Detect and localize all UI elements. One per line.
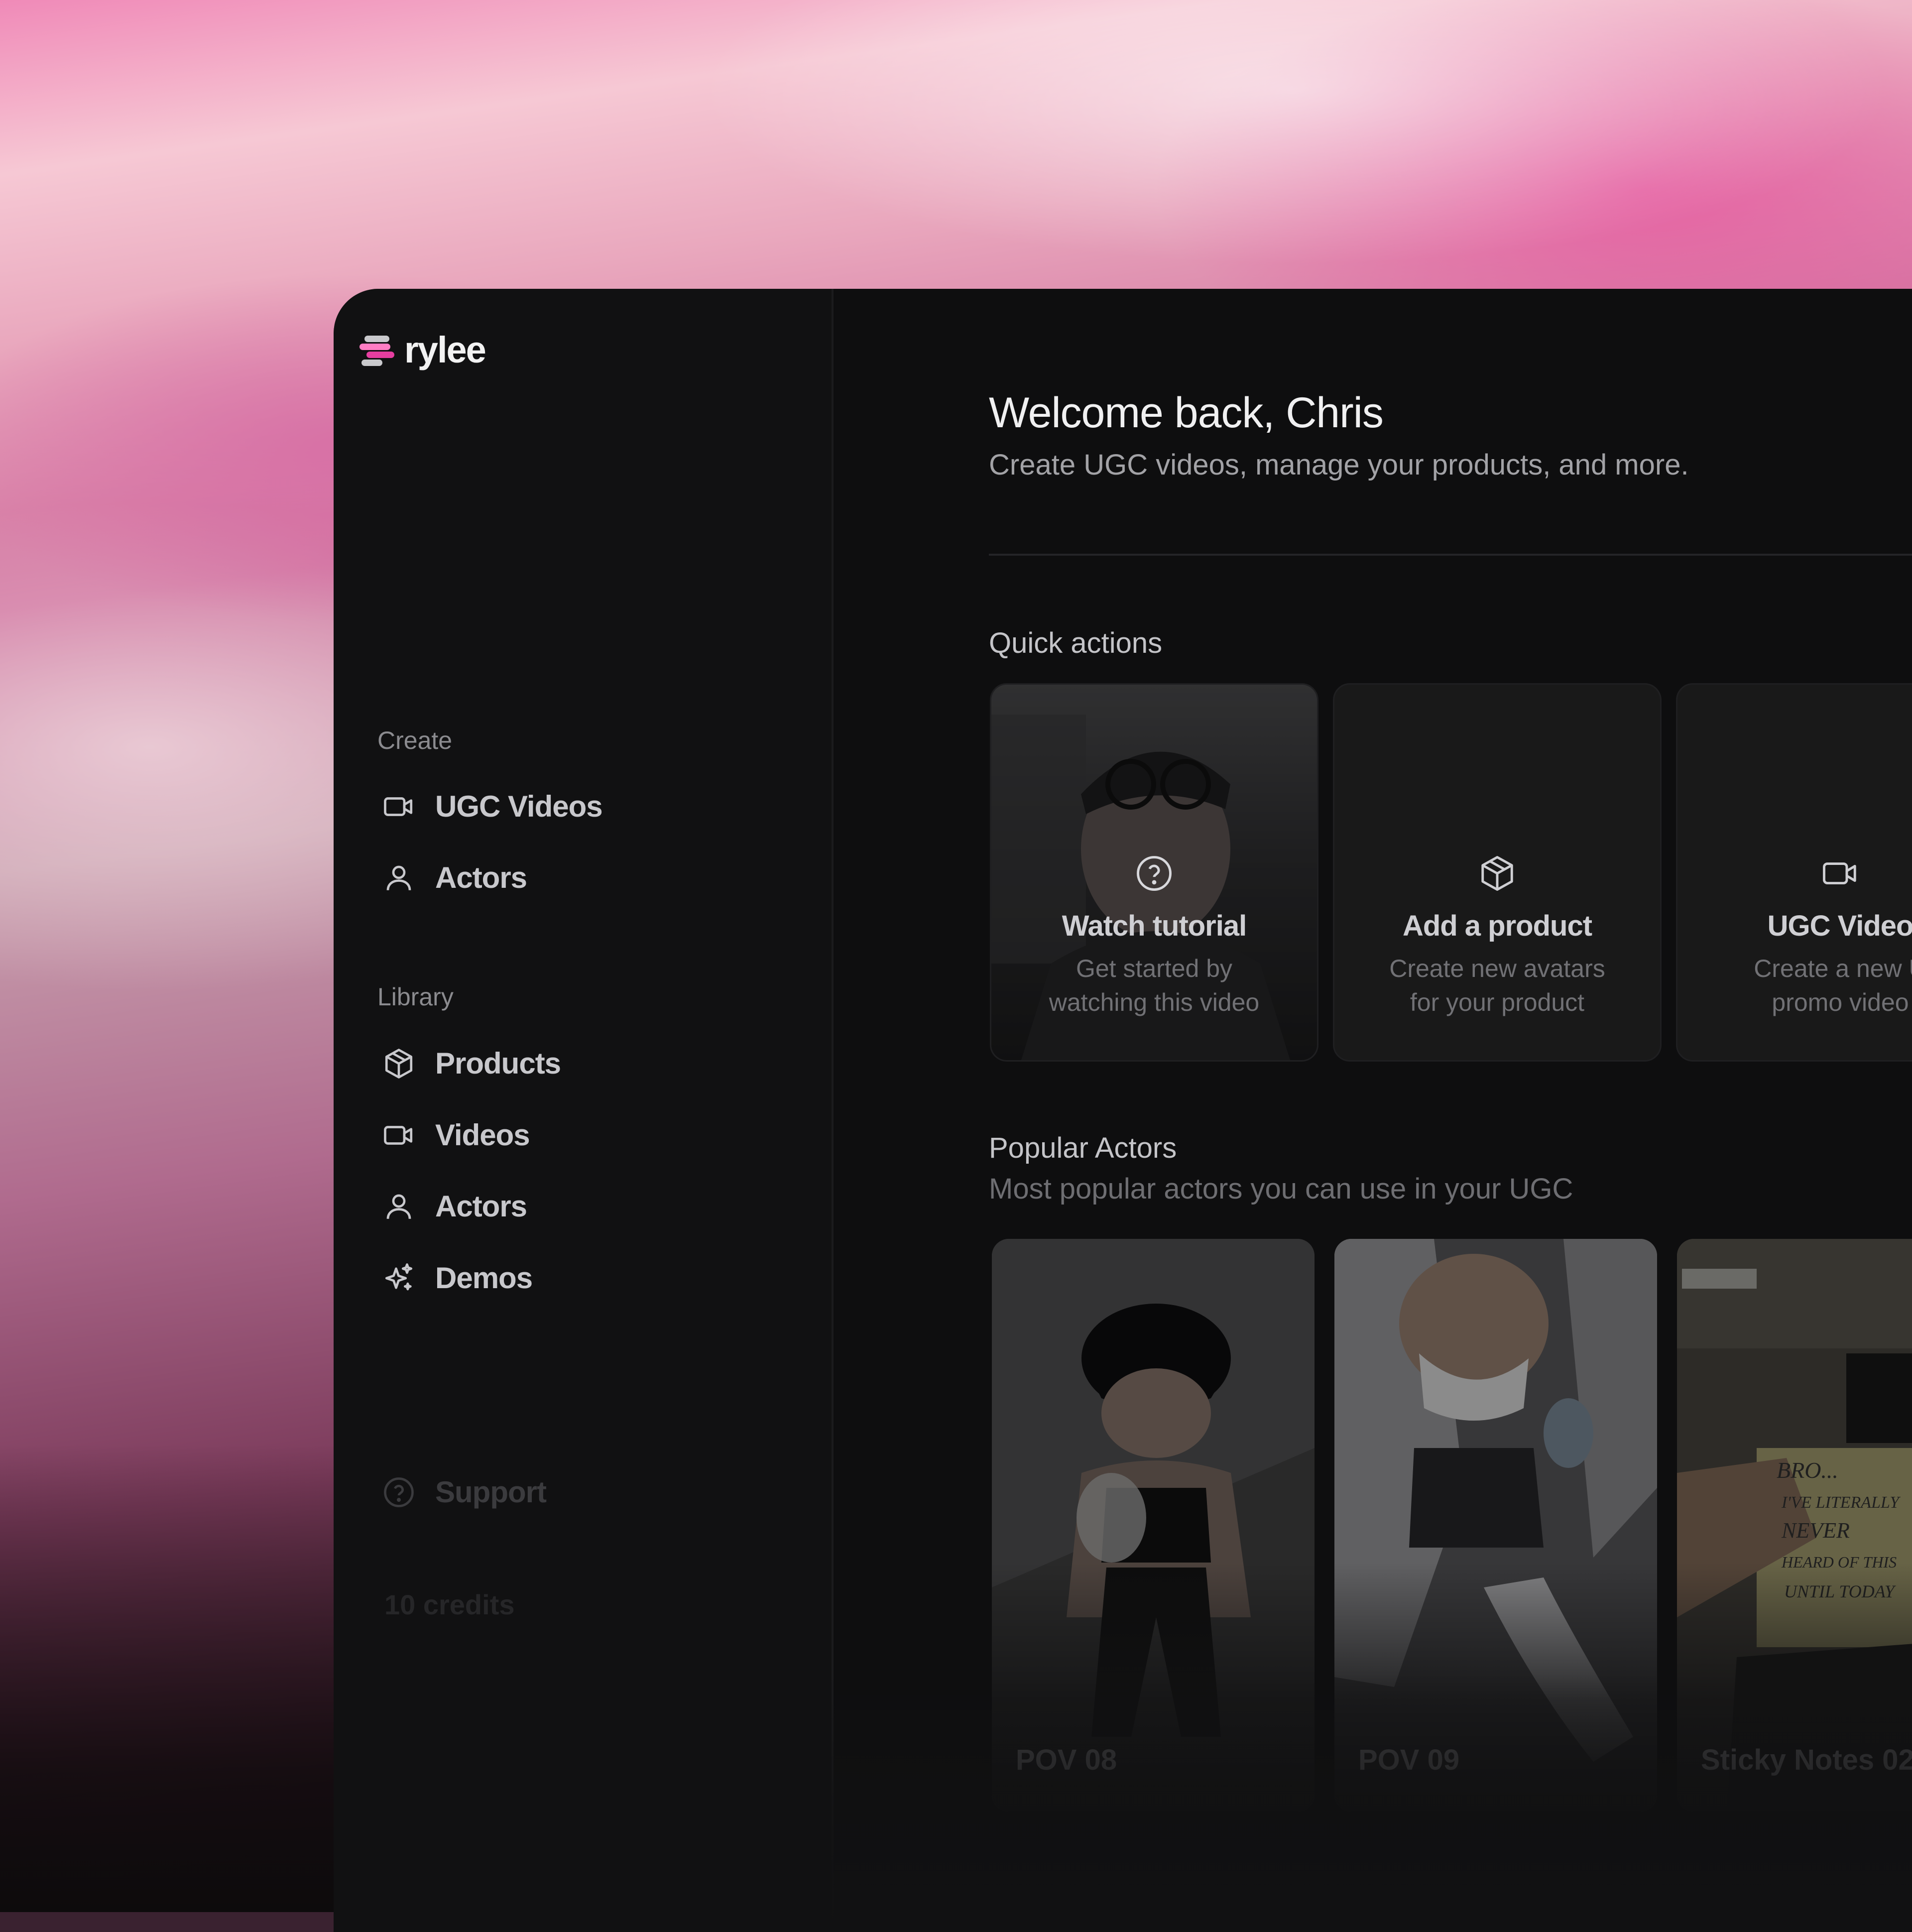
logo-mark-icon bbox=[359, 335, 395, 366]
actor-card-pov-09[interactable]: POV 09 bbox=[1334, 1239, 1657, 1811]
question-circle-icon bbox=[384, 1477, 414, 1507]
quick-action-description: Create new avatars for your product bbox=[1389, 955, 1605, 1016]
user-icon bbox=[386, 1194, 411, 1219]
quick-actions-heading: Quick actions bbox=[989, 627, 1163, 659]
quick-action-add-product[interactable]: Add a product Create new avatars for you… bbox=[1333, 683, 1662, 1062]
actor-name: POV 09 bbox=[1358, 1744, 1460, 1776]
sidebar-item-support[interactable]: Support bbox=[382, 1475, 547, 1509]
quick-action-watch-tutorial[interactable]: Watch tutorial Get started by watching t… bbox=[990, 683, 1318, 1062]
sidebar-item-demos[interactable]: Demos bbox=[382, 1261, 533, 1295]
box-icon bbox=[1478, 854, 1517, 895]
header-divider bbox=[989, 554, 1912, 556]
sidebar-item-label: Support bbox=[435, 1475, 547, 1509]
actor-thumbnail bbox=[1334, 1239, 1657, 1811]
sidebar-item-videos[interactable]: Videos bbox=[382, 1118, 530, 1152]
page-subtitle: Create UGC videos, manage your products,… bbox=[989, 449, 1689, 481]
sidebar-item-label: UGC Videos bbox=[435, 790, 603, 823]
sidebar-item-label: Demos bbox=[435, 1261, 533, 1295]
quick-action-description: Get started by watching this video bbox=[1049, 955, 1260, 1016]
actor-name: POV 08 bbox=[1016, 1744, 1117, 1776]
quick-action-title: Add a product bbox=[1402, 910, 1592, 942]
section-label-library: Library bbox=[377, 983, 454, 1011]
video-icon bbox=[384, 1125, 413, 1145]
user-icon bbox=[386, 865, 411, 890]
quick-action-description: Create a new U promo video bbox=[1754, 955, 1912, 1016]
actor-card-pov-08[interactable]: POV 08 bbox=[992, 1239, 1314, 1811]
page-title: Welcome back, Chris bbox=[989, 389, 1384, 437]
sidebar-item-label: Products bbox=[435, 1047, 561, 1080]
app-window: rylee Create UGC Videos Actors Library P… bbox=[334, 289, 1912, 1932]
quick-action-ugc-video[interactable]: UGC Video Create a new U promo video bbox=[1676, 683, 1912, 1062]
sticky-note-text: BRO... bbox=[1777, 1457, 1838, 1483]
sidebar-item-label: Actors bbox=[435, 861, 527, 894]
logo[interactable]: rylee bbox=[359, 329, 486, 371]
section-label-create: Create bbox=[377, 726, 453, 754]
box-icon bbox=[385, 1048, 413, 1079]
sidebar-item-label: Videos bbox=[435, 1118, 530, 1152]
actor-thumbnail: BRO... I'VE LITERALLY NEVER HEARD OF THI… bbox=[1677, 1239, 1912, 1811]
quick-action-title: Watch tutorial bbox=[1062, 910, 1247, 942]
credits-count: 10 credits bbox=[384, 1589, 515, 1620]
actor-card-sticky-notes-02[interactable]: BRO... I'VE LITERALLY NEVER HEARD OF THI… bbox=[1677, 1239, 1912, 1811]
sidebar-item-actors-library[interactable]: Actors bbox=[382, 1189, 527, 1223]
actor-thumbnail bbox=[992, 1239, 1314, 1811]
popular-actors-subheading: Most popular actors you can use in your … bbox=[989, 1173, 1573, 1205]
sticky-note-text: I'VE LITERALLY bbox=[1781, 1493, 1901, 1512]
sidebar: rylee Create UGC Videos Actors Library P… bbox=[334, 289, 834, 1932]
sidebar-item-actors-create[interactable]: Actors bbox=[382, 860, 527, 895]
popular-actors-heading: Popular Actors bbox=[989, 1132, 1177, 1164]
sidebar-item-label: Actors bbox=[435, 1190, 527, 1223]
sticky-note-text: UNTIL TODAY bbox=[1784, 1581, 1897, 1601]
logo-text: rylee bbox=[404, 329, 486, 370]
sparkles-icon bbox=[385, 1263, 413, 1290]
actor-name: Sticky Notes 02 bbox=[1701, 1744, 1912, 1776]
sticky-note-text: NEVER bbox=[1781, 1518, 1850, 1543]
sidebar-fade-overlay bbox=[334, 1583, 832, 1932]
video-icon bbox=[384, 797, 413, 816]
sidebar-item-products[interactable]: Products bbox=[382, 1046, 561, 1081]
video-icon bbox=[1821, 854, 1860, 895]
sticky-note-text: HEARD OF THIS bbox=[1781, 1553, 1897, 1571]
sidebar-item-ugc-videos[interactable]: UGC Videos bbox=[382, 789, 603, 824]
quick-action-title: UGC Video bbox=[1767, 910, 1912, 942]
question-circle-icon bbox=[1135, 854, 1174, 895]
